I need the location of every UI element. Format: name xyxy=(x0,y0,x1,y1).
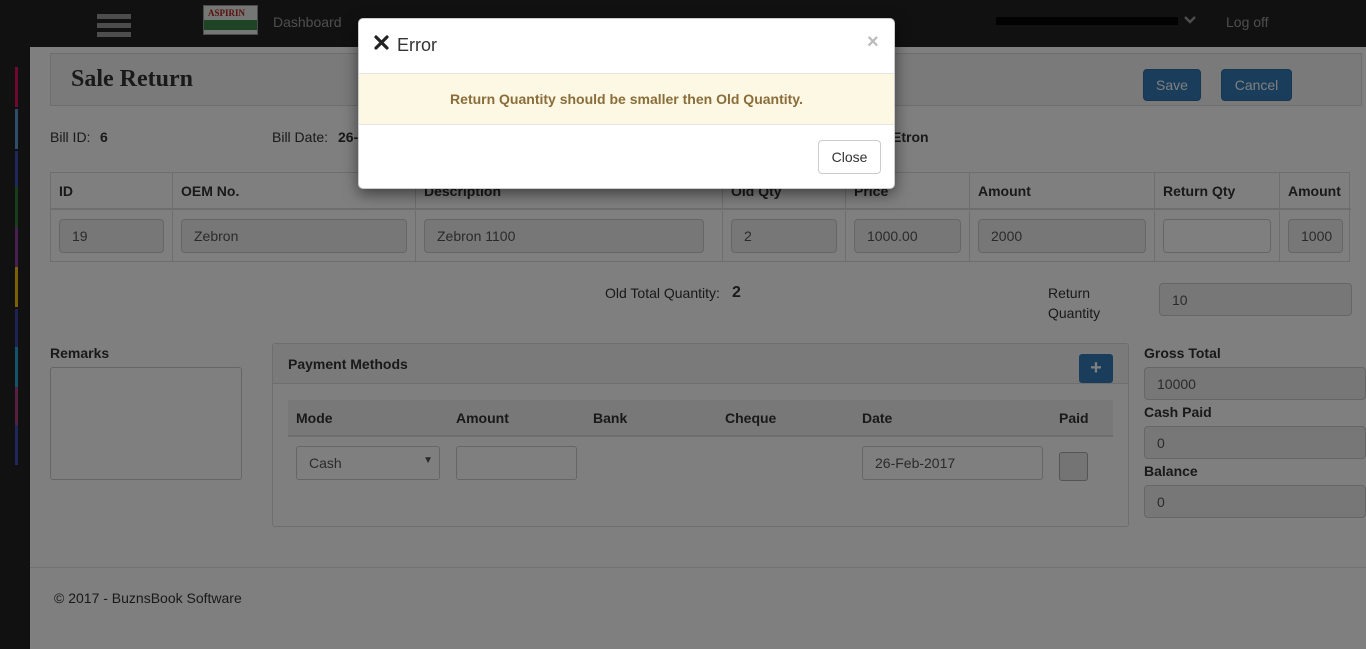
error-modal: Error × Return Quantity should be smalle… xyxy=(358,18,895,189)
modal-header: Error × xyxy=(359,19,894,74)
error-message: Return Quantity should be smaller then O… xyxy=(359,74,894,125)
close-icon[interactable]: × xyxy=(867,31,879,54)
close-button[interactable]: Close xyxy=(818,140,881,174)
modal-title: Error xyxy=(397,35,437,55)
error-x-icon xyxy=(374,35,389,50)
